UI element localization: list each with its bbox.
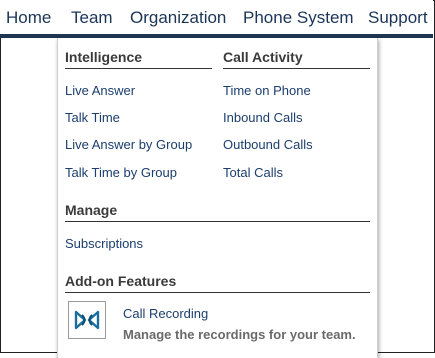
link-total-calls[interactable]: Total Calls	[223, 165, 283, 180]
section-title-call-activity: Call Activity	[223, 49, 303, 65]
link-call-recording[interactable]: Call Recording	[123, 306, 208, 321]
call-recording-icon[interactable]	[68, 301, 106, 339]
call-recording-glyph	[74, 310, 100, 330]
nav-item-support[interactable]: Support	[368, 8, 428, 28]
section-title-manage: Manage	[65, 202, 118, 218]
link-subscriptions[interactable]: Subscriptions	[65, 236, 143, 251]
section-title-addon-features: Add-on Features	[65, 273, 177, 289]
nav-item-home[interactable]: Home	[6, 8, 51, 28]
nav-item-team[interactable]: Team	[71, 8, 113, 28]
link-live-answer-by-group[interactable]: Live Answer by Group	[65, 137, 192, 152]
section-title-intelligence: Intelligence	[65, 49, 143, 65]
link-talk-time-by-group[interactable]: Talk Time by Group	[65, 165, 177, 180]
top-navigation: Home Team Organization Phone System Supp…	[0, 0, 433, 38]
section-divider	[65, 68, 212, 69]
link-live-answer[interactable]: Live Answer	[65, 83, 135, 98]
link-outbound-calls[interactable]: Outbound Calls	[223, 137, 313, 152]
call-recording-description: Manage the recordings for your team.	[123, 327, 356, 342]
nav-item-phone-system[interactable]: Phone System	[243, 8, 354, 28]
section-divider	[223, 68, 370, 69]
nav-item-organization[interactable]: Organization	[130, 8, 226, 28]
link-inbound-calls[interactable]: Inbound Calls	[223, 110, 303, 125]
section-divider	[65, 292, 370, 293]
link-talk-time[interactable]: Talk Time	[65, 110, 120, 125]
team-dropdown-menu: Intelligence Live Answer Talk Time Live …	[57, 38, 378, 358]
link-time-on-phone[interactable]: Time on Phone	[223, 83, 311, 98]
section-divider	[65, 221, 370, 222]
